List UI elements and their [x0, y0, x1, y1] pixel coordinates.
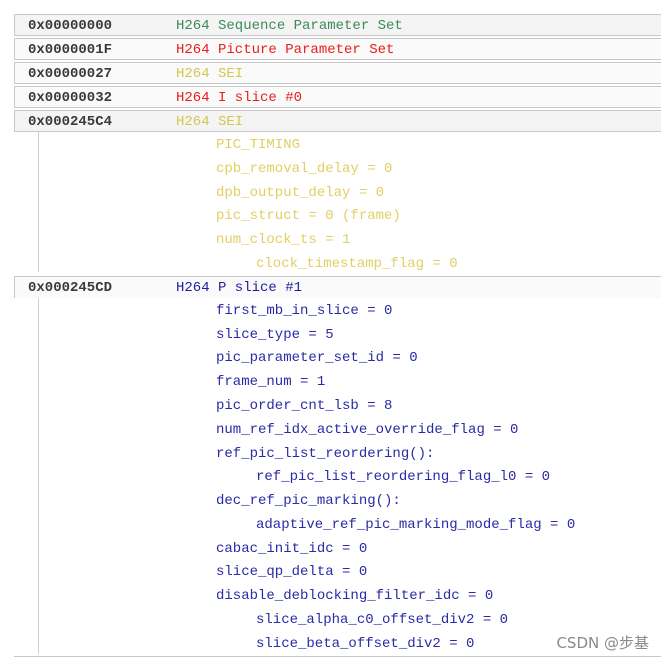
- p-slice-field[interactable]: slice_type = 5: [216, 324, 334, 346]
- p-slice-field[interactable]: num_ref_idx_active_override_flag = 0: [216, 419, 518, 441]
- watermark-text: CSDN @步基: [556, 634, 649, 652]
- nal-label: H264 I slice #0: [176, 90, 303, 106]
- p-slice-field[interactable]: frame_num = 1: [216, 371, 325, 393]
- sei-field[interactable]: pic_struct = 0 (frame): [216, 205, 401, 227]
- p-slice-field[interactable]: pic_parameter_set_id = 0: [216, 347, 418, 369]
- nal-row-pps[interactable]: 0x0000001F H264 Picture Parameter Set: [14, 38, 661, 60]
- p-slice-field[interactable]: ref_pic_list_reordering():: [216, 443, 434, 465]
- nal-unit-tree: 0x00000000 H264 Sequence Parameter Set 0…: [0, 0, 661, 661]
- p-slice-field[interactable]: pic_order_cnt_lsb = 8: [216, 395, 392, 417]
- next-row-border: [14, 656, 661, 657]
- p-slice-field[interactable]: slice_qp_delta = 0: [216, 561, 367, 583]
- sei-field[interactable]: clock_timestamp_flag = 0: [256, 253, 458, 275]
- nal-row-i-slice[interactable]: 0x00000032 H264 I slice #0: [14, 86, 661, 108]
- nal-address: 0x00000027: [28, 66, 113, 82]
- p-slice-field[interactable]: adaptive_ref_pic_marking_mode_flag = 0: [256, 514, 575, 536]
- nal-label: H264 SEI: [176, 114, 244, 130]
- p-slice-field[interactable]: disable_deblocking_filter_idc = 0: [216, 585, 493, 607]
- nal-label: H264 Sequence Parameter Set: [176, 18, 403, 34]
- sei-field[interactable]: PIC_TIMING: [216, 134, 300, 156]
- nal-row-p-slice[interactable]: 0x000245CD H264 P slice #1: [14, 276, 661, 298]
- p-slice-field[interactable]: slice_beta_offset_div2 = 0: [256, 633, 474, 655]
- nal-label: H264 Picture Parameter Set: [176, 42, 395, 58]
- nal-address: 0x0000001F: [28, 42, 113, 58]
- p-slice-field[interactable]: ref_pic_list_reordering_flag_l0 = 0: [256, 466, 550, 488]
- p-slice-field[interactable]: first_mb_in_slice = 0: [216, 300, 392, 322]
- p-slice-field[interactable]: slice_alpha_c0_offset_div2 = 0: [256, 609, 508, 631]
- nal-row-sps[interactable]: 0x00000000 H264 Sequence Parameter Set: [14, 14, 661, 36]
- sei-field[interactable]: num_clock_ts = 1: [216, 229, 350, 251]
- sei-field[interactable]: cpb_removal_delay = 0: [216, 158, 392, 180]
- p-slice-field[interactable]: cabac_init_idc = 0: [216, 538, 367, 560]
- nal-address: 0x00000032: [28, 90, 113, 106]
- p-slice-field[interactable]: dec_ref_pic_marking():: [216, 490, 401, 512]
- nal-address: 0x000245CD: [28, 280, 113, 296]
- nal-label: H264 P slice #1: [176, 280, 303, 296]
- tree-guide-line: [38, 132, 39, 272]
- tree-guide-line: [38, 298, 39, 654]
- nal-address: 0x000245C4: [28, 114, 113, 130]
- nal-address: 0x00000000: [28, 18, 113, 34]
- nal-row-sei[interactable]: 0x00000027 H264 SEI: [14, 62, 661, 84]
- sei-field[interactable]: dpb_output_delay = 0: [216, 182, 384, 204]
- nal-row-sei-expanded[interactable]: 0x000245C4 H264 SEI: [14, 110, 661, 132]
- nal-label: H264 SEI: [176, 66, 244, 82]
